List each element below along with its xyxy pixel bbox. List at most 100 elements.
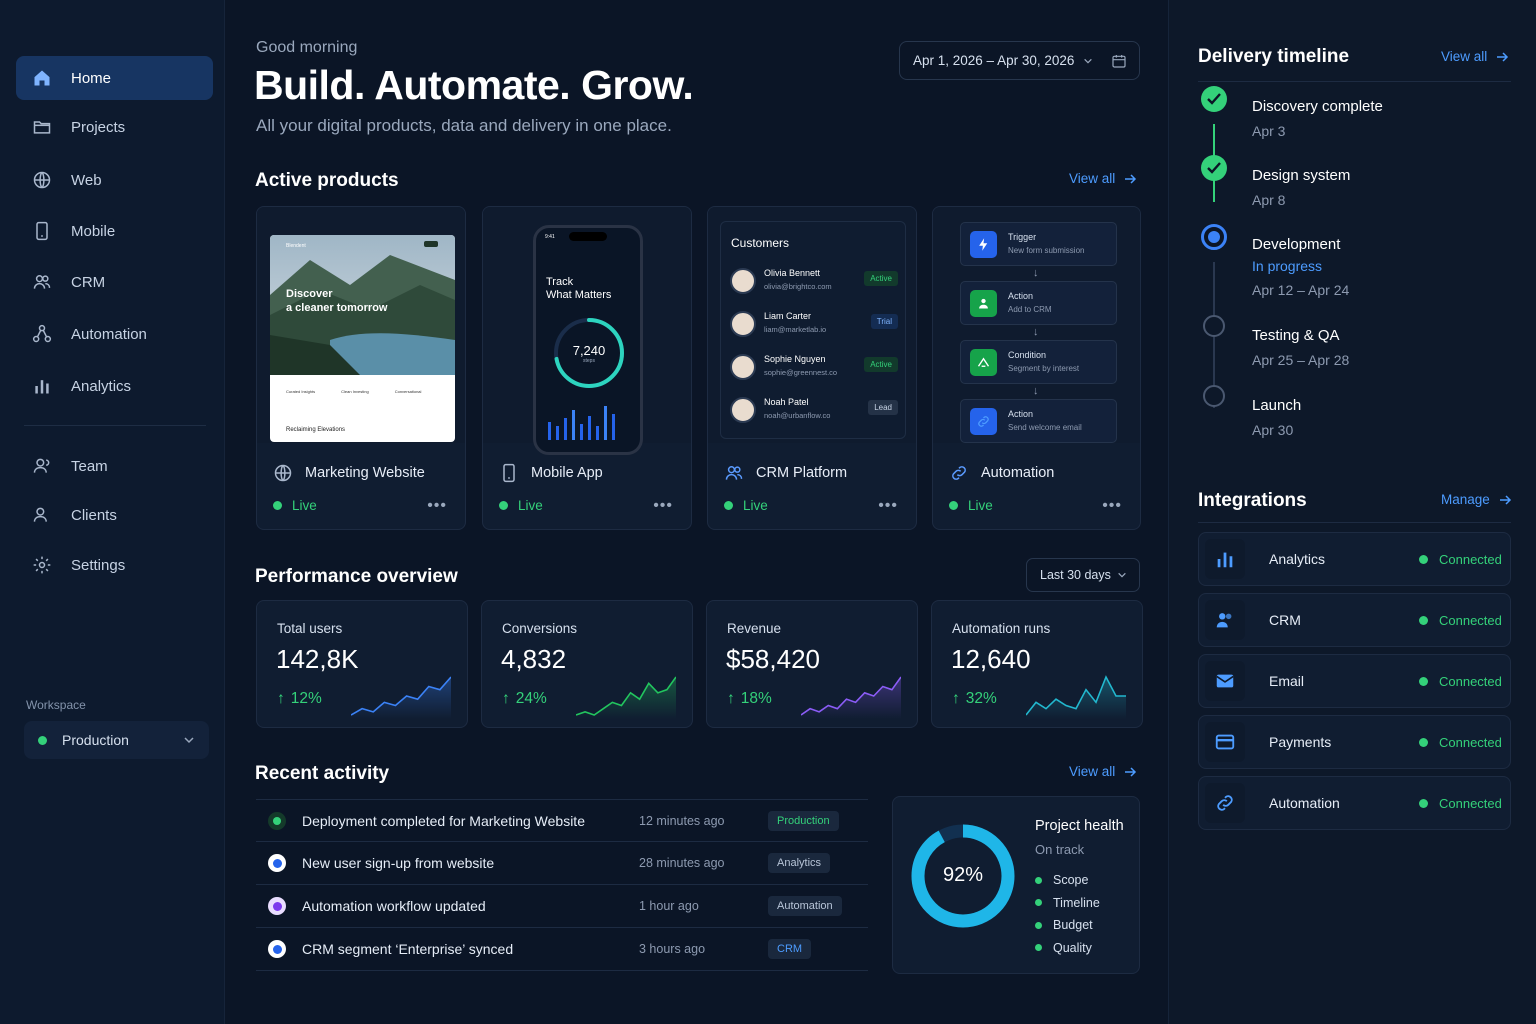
more-options-button[interactable]: ••• (427, 497, 447, 515)
product-card-mobile[interactable]: 9:41 Track What Matters 7,240 steps Mobi… (482, 206, 692, 530)
crm-preview: Customers Olivia Bennett olivia@brightco.… (708, 207, 916, 443)
integration-status-label: Connected (1439, 795, 1502, 811)
integration-status-label: Connected (1439, 551, 1502, 567)
flow-arrow: ↓ (1033, 267, 1039, 279)
integration-row[interactable]: Payments Connected (1198, 715, 1511, 769)
status-dot (1035, 944, 1042, 951)
project-health-card: 92% Project health On track Scope Timelin… (892, 796, 1140, 974)
automation-step-desc: New form submission (1008, 246, 1085, 255)
product-name: Marketing Website (273, 463, 425, 483)
sidebar-item-clients[interactable]: Clients (16, 493, 213, 537)
customer-tag: Lead (868, 400, 898, 415)
more-options-button[interactable]: ••• (653, 497, 673, 515)
metric-card[interactable]: Conversions 4,832 ↑ 24% (481, 600, 693, 728)
website-headline-1: Discover (286, 288, 333, 300)
sidebar-item-label: Team (71, 457, 108, 475)
sidebar-item-label: Settings (71, 556, 126, 574)
users-icon (725, 466, 743, 480)
activity-view-all-link[interactable]: View all (1069, 764, 1137, 779)
sidebar-item-analytics[interactable]: Analytics (16, 364, 213, 408)
check-circle-icon (1201, 155, 1227, 181)
sidebar-item-mobile[interactable]: Mobile (16, 209, 213, 253)
period-filter-select[interactable]: Last 30 days (1026, 558, 1140, 592)
date-range-picker[interactable]: Apr 1, 2026 – Apr 30, 2026 (899, 41, 1140, 80)
sidebar-item-settings[interactable]: Settings (16, 543, 213, 587)
crm-customer-row: Sophie Nguyen sophie@greennest.co Active (730, 352, 898, 382)
integration-row[interactable]: Analytics Connected (1198, 532, 1511, 586)
arrow-right-icon (1497, 51, 1509, 62)
customer-email: noah@urbanflow.co (764, 411, 831, 420)
more-options-button[interactable]: ••• (878, 497, 898, 515)
right-panel: Delivery timeline View all Discovery com… (1168, 0, 1536, 1024)
integrations-manage-link[interactable]: Manage (1441, 492, 1512, 507)
sidebar-item-home[interactable]: Home (16, 56, 213, 100)
website-cta (424, 241, 438, 247)
metric-value: 12,640 (951, 644, 1031, 674)
progress-dot (1208, 231, 1220, 243)
arrow-up-icon: ↑ (952, 690, 960, 707)
section-title-products: Active products (255, 170, 399, 191)
activity-row[interactable]: Automation workflow updated 1 hour ago Aut… (256, 885, 868, 928)
activity-tag: Analytics (768, 853, 831, 873)
website-footer: Reclaiming Elevations (286, 427, 346, 433)
health-title: Project health (1035, 818, 1124, 834)
users-icon (33, 275, 51, 289)
product-card-crm[interactable]: Customers Olivia Bennett olivia@brightco.… (707, 206, 917, 530)
timeline-view-all-link[interactable]: View all (1441, 49, 1509, 64)
integration-status-label: Connected (1439, 673, 1502, 689)
activity-row[interactable]: CRM segment ‘Enterprise’ synced 3 hours a… (256, 928, 868, 971)
workspace-select[interactable]: Production (24, 721, 209, 759)
integration-icon-box (1205, 539, 1245, 579)
more-options-button[interactable]: ••• (1102, 497, 1122, 515)
section-title-activity: Recent activity (255, 763, 390, 784)
automation-step-kind: Trigger (1008, 232, 1037, 242)
sidebar-item-team[interactable]: Team (16, 444, 213, 488)
main-content: Good morning Build. Automate. Grow. All … (225, 0, 1168, 1024)
integration-row[interactable]: Email Connected (1198, 654, 1511, 708)
metric-label: Automation runs (952, 621, 1051, 636)
workspace-label: Workspace (26, 698, 86, 712)
activity-row[interactable]: Deployment completed for Marketing Websi… (256, 799, 868, 842)
sidebar-item-web[interactable]: Web (16, 158, 213, 202)
workflow-icon (32, 324, 52, 343)
crm-customer-row: Noah Patel noah@urbanflow.co Lead (730, 395, 898, 425)
timeline-step-date: Apr 3 (1252, 123, 1286, 139)
status-dot (949, 501, 958, 510)
crm-customer-row: Olivia Bennett olivia@brightco.com Active (730, 266, 898, 296)
sidebar-item-label: Clients (71, 506, 117, 524)
page-subtitle: All your digital products, data and deli… (256, 116, 672, 135)
globe-icon (33, 171, 51, 189)
phone-mockup: 9:41 Track What Matters 7,240 steps (533, 225, 643, 455)
sidebar-item-crm[interactable]: CRM (16, 260, 213, 304)
website-col: Curated Insights (286, 389, 316, 394)
person-icon (33, 458, 50, 473)
integration-row[interactable]: CRM Connected (1198, 593, 1511, 647)
sidebar-item-automation[interactable]: Automation (16, 312, 213, 356)
sparkline (801, 676, 901, 719)
product-card-website[interactable]: Discover a cleaner tomorrow Blendent Cur… (256, 206, 466, 530)
status-dot (499, 501, 508, 510)
products-view-all-link[interactable]: View all (1069, 171, 1137, 186)
activity-row[interactable]: New user sign-up from website 28 minutes … (256, 842, 868, 885)
card-icon (1215, 734, 1235, 750)
sidebar-item-projects[interactable]: Projects (16, 105, 213, 149)
metric-delta: ↑ 24% (502, 690, 547, 708)
chevron-down-icon (1118, 572, 1126, 578)
automation-step-kind: Action (1008, 409, 1034, 419)
bolt-icon (979, 238, 988, 251)
crm-customers-panel: Customers Olivia Bennett olivia@brightco.… (720, 221, 906, 439)
date-range-value: Apr 1, 2026 – Apr 30, 2026 (913, 53, 1075, 68)
metric-card[interactable]: Total users 142,8K ↑ 12% (256, 600, 468, 728)
integration-row[interactable]: Automation Connected (1198, 776, 1511, 830)
activity-text: New user sign-up from website (302, 855, 495, 871)
metric-delta: ↑ 12% (277, 690, 322, 708)
timeline-step-title: Launch (1252, 397, 1302, 414)
metric-card[interactable]: Automation runs 12,640 ↑ 32% (931, 600, 1143, 728)
avatar (730, 268, 756, 294)
arrow-right-icon (1499, 494, 1511, 505)
status-label: Live (518, 498, 543, 513)
sparkline (576, 676, 676, 719)
metric-card[interactable]: Revenue $58,420 ↑ 18% (706, 600, 918, 728)
sidebar-item-label: Automation (71, 325, 147, 343)
product-card-automation[interactable]: Trigger New form submission ↓ Action Add to … (932, 206, 1141, 530)
